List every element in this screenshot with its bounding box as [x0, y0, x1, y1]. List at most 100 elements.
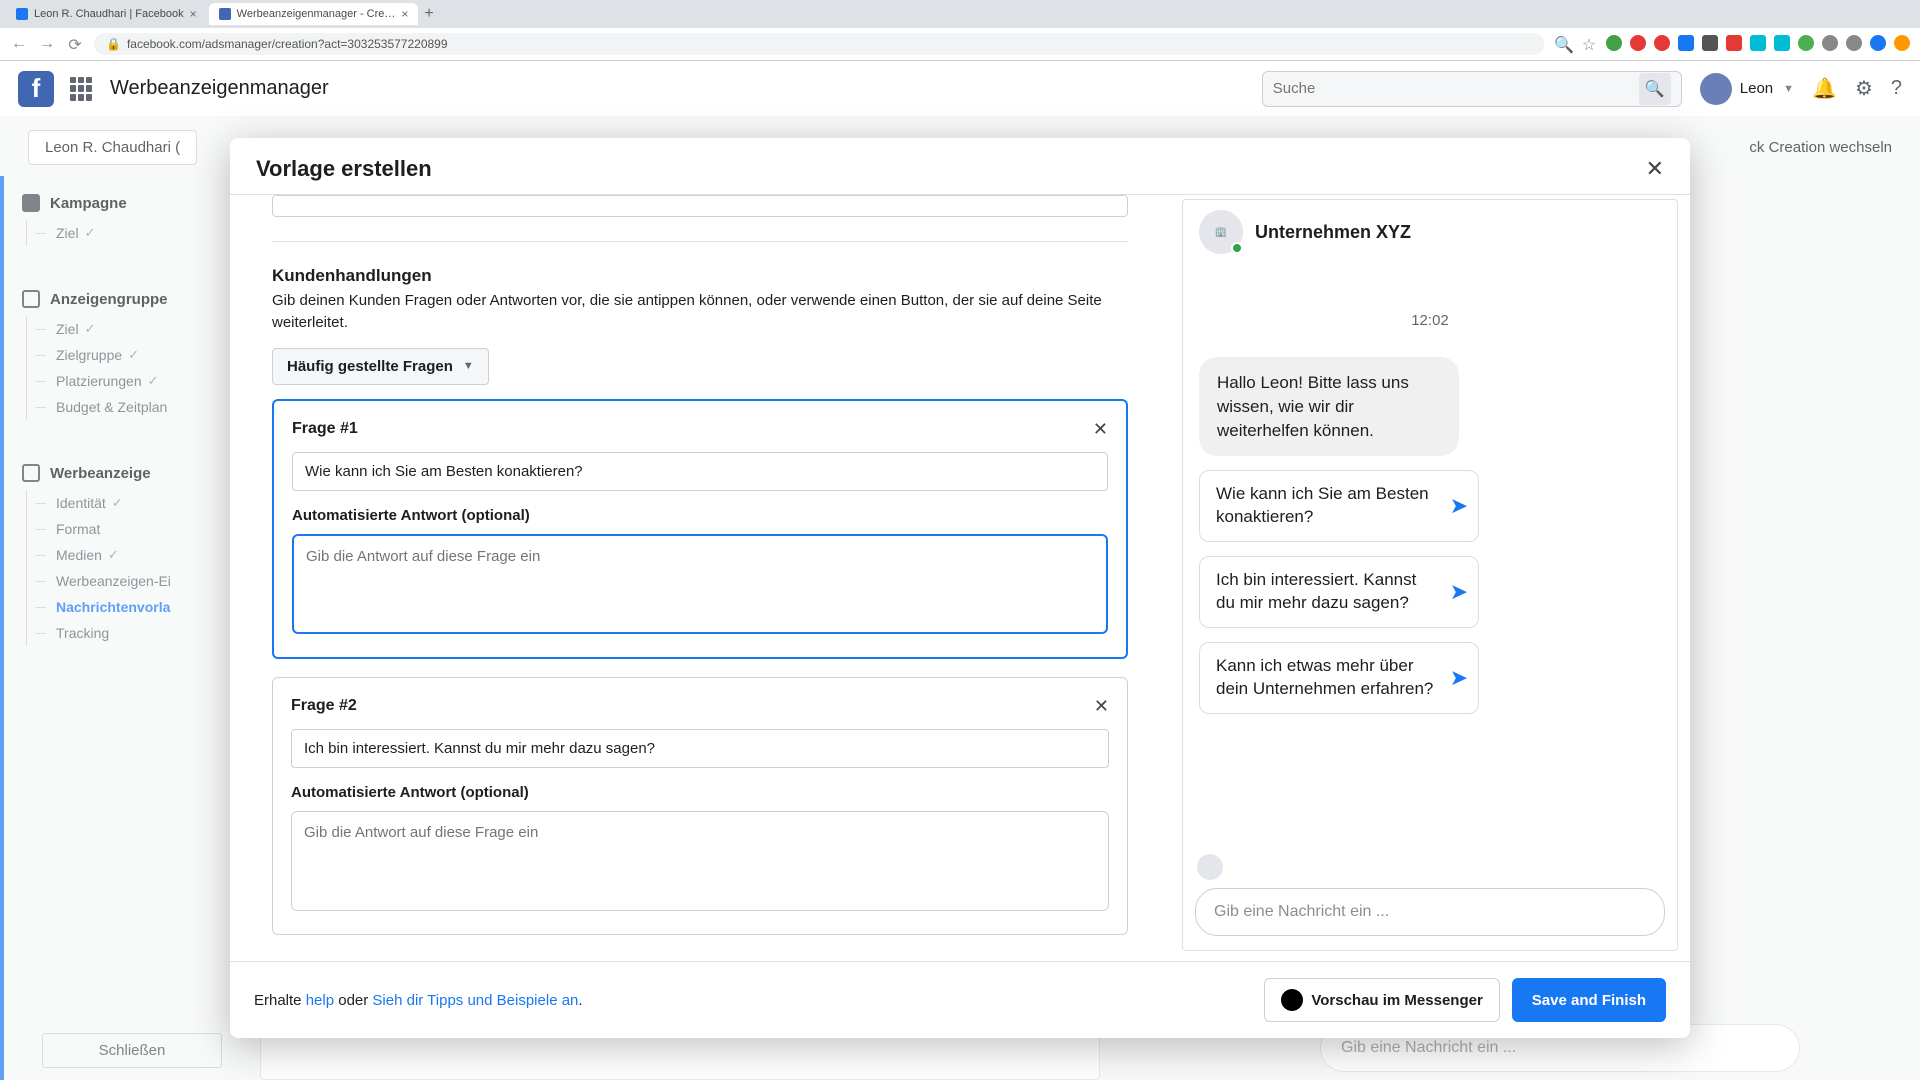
forward-button[interactable]: → — [38, 35, 56, 53]
tab-label: Werbeanzeigenmanager - Cre… — [237, 8, 396, 20]
close-icon[interactable]: × — [190, 7, 197, 21]
message-input[interactable]: Gib eine Nachricht ein ... — [1195, 888, 1665, 936]
greeting-message: Hallo Leon! Bitte lass uns wissen, wie w… — [1199, 357, 1459, 456]
answer-textarea-2[interactable] — [291, 811, 1109, 911]
search-icon: 🔍 — [1645, 79, 1665, 99]
extension-icon[interactable] — [1870, 35, 1886, 51]
sidebar-item-ziel2[interactable]: Ziel✓ — [26, 316, 235, 342]
quick-reply-2[interactable]: Ich bin interessiert. Kannst du mir mehr… — [1199, 556, 1479, 628]
extension-icon[interactable] — [1702, 35, 1718, 51]
tab-facebook[interactable]: Leon R. Chaudhari | Facebook × — [6, 3, 207, 25]
zoom-icon[interactable]: 🔍 — [1554, 35, 1572, 53]
lock-icon: 🔒 — [106, 37, 121, 51]
ad-icon — [22, 464, 40, 482]
send-icon: ➤ — [1450, 663, 1468, 693]
check-icon: ✓ — [108, 547, 119, 563]
extension-icons: 🔍 ☆ — [1554, 35, 1910, 53]
back-button[interactable]: ← — [10, 35, 28, 53]
apps-icon[interactable] — [70, 77, 94, 101]
campaign-icon — [22, 194, 40, 212]
sidebar-section-adset[interactable]: Anzeigengruppe — [8, 282, 246, 316]
question-title: Frage #2 — [291, 697, 357, 715]
quick-reply-3[interactable]: Kann ich etwas mehr über dein Unternehme… — [1199, 642, 1479, 714]
check-icon: ✓ — [85, 321, 96, 337]
timestamp: 12:02 — [1199, 312, 1661, 329]
extension-icon[interactable] — [1846, 35, 1862, 51]
extension-icon[interactable] — [1798, 35, 1814, 51]
sidebar-item-format[interactable]: Format — [26, 516, 235, 542]
account-chip[interactable]: Leon R. Chaudhari ( — [28, 130, 197, 165]
tab-adsmanager[interactable]: Werbeanzeigenmanager - Cre… × — [209, 3, 419, 25]
address-bar: ← → ⟳ 🔒 facebook.com/adsmanager/creation… — [0, 28, 1920, 60]
sidebar-item-platzierungen[interactable]: Platzierungen✓ — [26, 368, 235, 394]
sidebar-section-campaign[interactable]: Kampagne — [8, 186, 246, 220]
settings-icon[interactable]: ⚙ — [1855, 76, 1873, 101]
adset-icon — [22, 290, 40, 308]
close-icon[interactable]: ✕ — [1646, 156, 1664, 182]
truncated-input[interactable] — [272, 195, 1128, 217]
extension-icon[interactable] — [1606, 35, 1622, 51]
extension-icon[interactable] — [1822, 35, 1838, 51]
chevron-down-icon: ▼ — [463, 360, 474, 372]
answer-label: Automatisierte Antwort (optional) — [292, 507, 1108, 524]
sidebar-item-zielgruppe[interactable]: Zielgruppe✓ — [26, 342, 235, 368]
close-icon[interactable]: × — [401, 7, 408, 21]
new-tab-button[interactable]: + — [424, 5, 433, 23]
switch-creation-link[interactable]: ck Creation wechseln — [1749, 139, 1892, 156]
user-menu[interactable]: Leon ▼ — [1700, 73, 1794, 105]
extension-icon[interactable] — [1750, 35, 1766, 51]
search-box[interactable]: 🔍 — [1262, 71, 1682, 107]
facebook-logo[interactable]: f — [18, 71, 54, 107]
close-button[interactable]: Schließen — [42, 1033, 222, 1068]
search-button[interactable]: 🔍 — [1639, 73, 1671, 105]
mini-avatar — [1197, 854, 1223, 880]
tab-label: Leon R. Chaudhari | Facebook — [34, 8, 184, 20]
extension-icon[interactable] — [1894, 35, 1910, 51]
remove-question-icon[interactable]: ✕ — [1094, 696, 1109, 717]
section-description: Gib deinen Kunden Fragen oder Antworten … — [272, 290, 1128, 334]
url-input[interactable]: 🔒 facebook.com/adsmanager/creation?act=3… — [94, 33, 1544, 55]
dropdown-label: Häufig gestellte Fragen — [287, 358, 453, 375]
left-sidebar: Kampagne Ziel✓ Anzeigengruppe Ziel✓ Ziel… — [0, 176, 250, 1080]
question-title: Frage #1 — [292, 420, 358, 438]
form-column: Kundenhandlungen Gib deinen Kunden Frage… — [230, 195, 1170, 961]
reload-button[interactable]: ⟳ — [66, 35, 84, 53]
footer-help-text: Erhalte help oder Sieh dir Tipps und Bei… — [254, 992, 583, 1009]
extension-icon[interactable] — [1630, 35, 1646, 51]
sidebar-item-medien[interactable]: Medien✓ — [26, 542, 235, 568]
search-input[interactable] — [1273, 80, 1635, 97]
tips-link[interactable]: Sieh dir Tipps und Beispiele an — [372, 992, 578, 1009]
remove-question-icon[interactable]: ✕ — [1093, 419, 1108, 440]
extension-icon[interactable] — [1678, 35, 1694, 51]
fb-topbar: f Werbeanzeigenmanager 🔍 Leon ▼ 🔔 ⚙ ? — [0, 61, 1920, 117]
star-icon[interactable]: ☆ — [1580, 35, 1598, 53]
sidebar-item-setup[interactable]: Werbeanzeigen-Ei — [26, 568, 235, 594]
page-name: Unternehmen XYZ — [1255, 222, 1411, 243]
quick-reply-1[interactable]: Wie kann ich Sie am Besten konaktieren?➤ — [1199, 470, 1479, 542]
extension-icon[interactable] — [1726, 35, 1742, 51]
avatar — [1700, 73, 1732, 105]
answer-label: Automatisierte Antwort (optional) — [291, 784, 1109, 801]
chevron-down-icon: ▼ — [1783, 83, 1794, 95]
answer-textarea-1[interactable] — [292, 534, 1108, 634]
sidebar-section-ad[interactable]: Werbeanzeige — [8, 456, 246, 490]
browser-chrome: Leon R. Chaudhari | Facebook × Werbeanze… — [0, 0, 1920, 61]
faq-dropdown[interactable]: Häufig gestellte Fragen ▼ — [272, 348, 489, 385]
sidebar-item-nachrichtenvorlage[interactable]: Nachrichtenvorla — [26, 594, 235, 620]
extension-icon[interactable] — [1774, 35, 1790, 51]
sidebar-item-tracking[interactable]: Tracking — [26, 620, 235, 646]
help-icon[interactable]: ? — [1891, 77, 1902, 100]
preview-messenger-button[interactable]: Vorschau im Messenger — [1264, 978, 1499, 1022]
check-icon: ✓ — [112, 495, 123, 511]
modal-footer: Erhalte help oder Sieh dir Tipps und Bei… — [230, 961, 1690, 1038]
help-link[interactable]: help — [306, 992, 334, 1009]
question-input-1[interactable] — [292, 452, 1108, 491]
extension-icon[interactable] — [1654, 35, 1670, 51]
question-input-2[interactable] — [291, 729, 1109, 768]
notifications-icon[interactable]: 🔔 — [1812, 76, 1837, 101]
save-finish-button[interactable]: Save and Finish — [1512, 978, 1666, 1022]
app-title: Werbeanzeigenmanager — [110, 77, 329, 100]
sidebar-item-budget[interactable]: Budget & Zeitplan — [26, 394, 235, 420]
sidebar-item-identitaet[interactable]: Identität✓ — [26, 490, 235, 516]
sidebar-item-ziel[interactable]: Ziel✓ — [26, 220, 235, 246]
